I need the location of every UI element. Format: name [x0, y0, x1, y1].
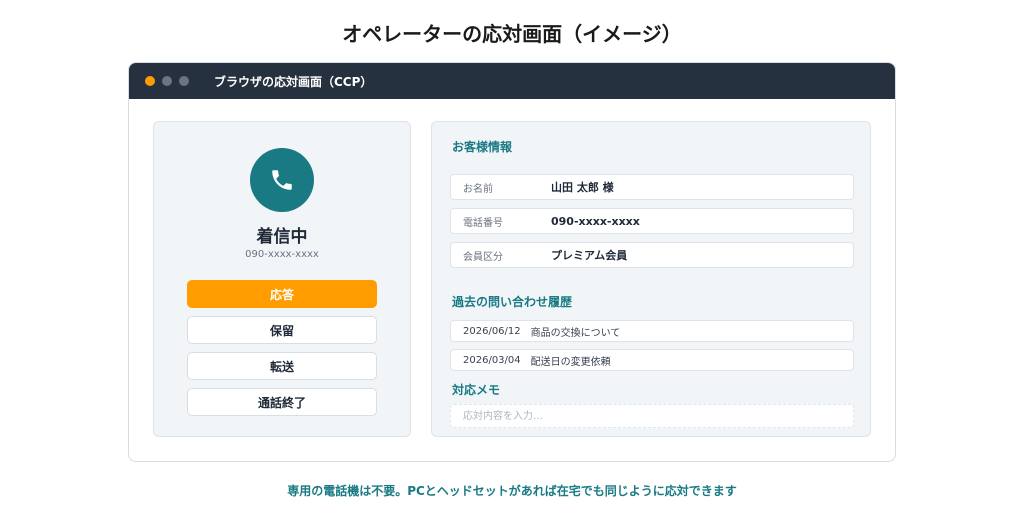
phone-icon — [250, 148, 314, 212]
window-dot-orange[interactable] — [145, 76, 155, 86]
info-value: 山田 太郎 様 — [551, 181, 614, 194]
history-text: 配送日の変更依頼 — [530, 356, 611, 368]
info-value: プレミアム会員 — [551, 249, 628, 262]
customer-info-panel: お客様情報 お名前 山田 太郎 様 電話番号 090-xxxx-xxxx 会員区… — [431, 121, 871, 437]
answer-button[interactable]: 応答 — [187, 280, 377, 308]
end-call-button[interactable]: 通話終了 — [187, 388, 377, 416]
info-label: 会員区分 — [463, 251, 503, 263]
memo-section-title: 対応メモ — [452, 383, 501, 397]
history-item[interactable]: 2026/06/12 商品の交換について — [450, 320, 854, 342]
history-section-title: 過去の問い合わせ履歴 — [452, 295, 573, 309]
browser-window: ブラウザの応対画面（CCP） 着信中 090-xxxx-xxxx 応答 保留 転… — [128, 62, 896, 462]
window-dot-gray-2[interactable] — [179, 76, 189, 86]
history-date: 2026/06/12 — [463, 325, 521, 337]
info-value: 090-xxxx-xxxx — [551, 214, 640, 228]
info-label: お名前 — [463, 183, 493, 195]
footer-note: 専用の電話機は不要。PCとヘッドセットがあれば在宅でも同じように応対できます — [287, 484, 737, 498]
call-status: 着信中 — [256, 227, 308, 247]
call-control-panel: 着信中 090-xxxx-xxxx 応答 保留 転送 通話終了 — [153, 121, 411, 437]
window-dot-gray-1[interactable] — [162, 76, 172, 86]
history-date: 2026/03/04 — [463, 354, 521, 366]
hold-button[interactable]: 保留 — [187, 316, 377, 344]
info-label: 電話番号 — [463, 217, 503, 229]
memo-input[interactable] — [450, 404, 854, 428]
window-titlebar: ブラウザの応対画面（CCP） — [129, 63, 895, 99]
customer-section-title: お客様情報 — [452, 140, 513, 154]
history-item[interactable]: 2026/03/04 配送日の変更依頼 — [450, 349, 854, 371]
info-row-membership: 会員区分 プレミアム会員 — [450, 242, 854, 268]
window-title: ブラウザの応対画面（CCP） — [214, 74, 373, 89]
info-row-name: お名前 山田 太郎 様 — [450, 174, 854, 200]
page-title: オペレーターの応対画面（イメージ） — [342, 22, 682, 46]
transfer-button[interactable]: 転送 — [187, 352, 377, 380]
info-row-phone: 電話番号 090-xxxx-xxxx — [450, 208, 854, 234]
caller-number: 090-xxxx-xxxx — [245, 249, 319, 260]
history-text: 商品の交換について — [530, 327, 621, 339]
